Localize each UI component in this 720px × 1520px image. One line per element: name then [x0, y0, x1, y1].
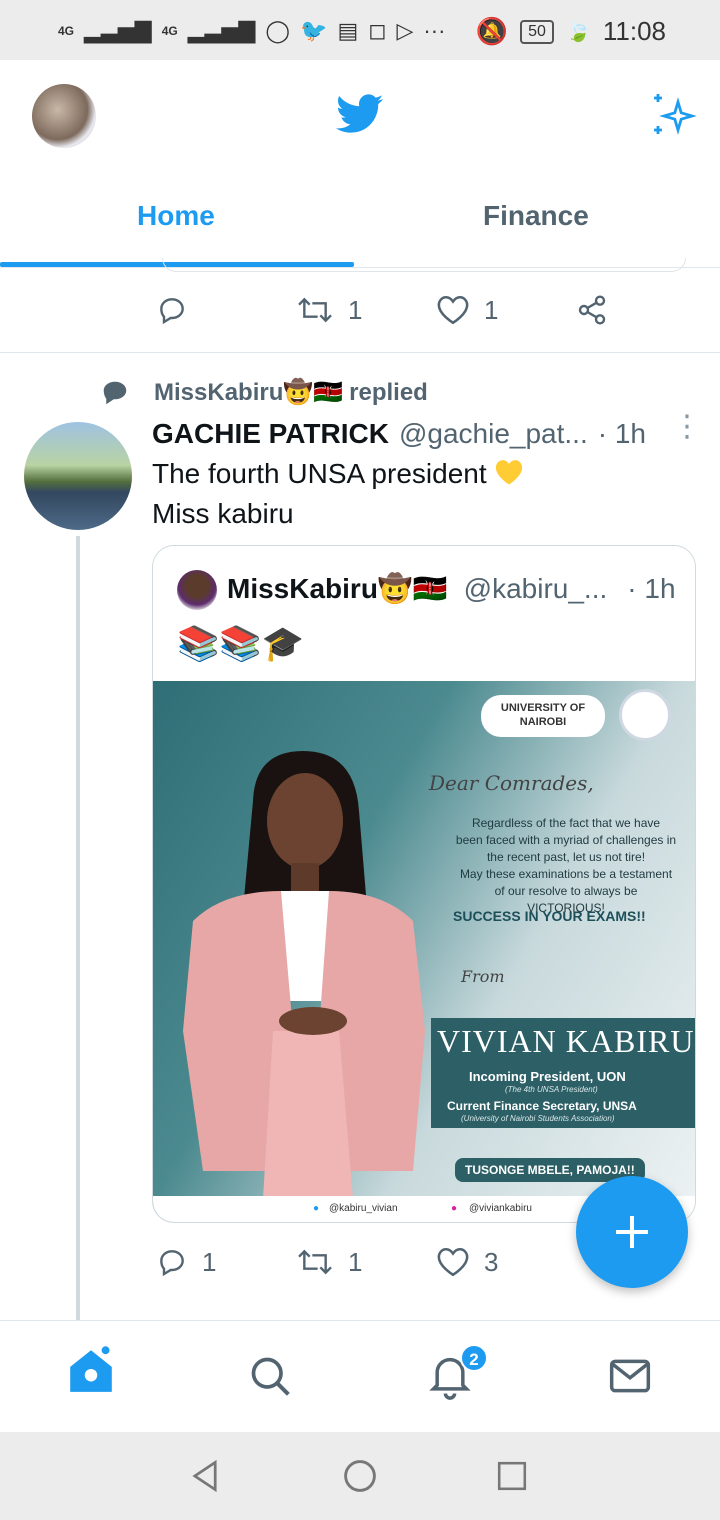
tweet-text-line-2: Miss kabiru — [152, 498, 294, 529]
yellow-heart-icon — [496, 460, 523, 485]
heart-icon — [437, 1247, 469, 1277]
quoted-author-avatar — [177, 570, 217, 610]
home-nav-icon[interactable] — [342, 1458, 378, 1494]
more-options-icon[interactable]: ⋮ — [672, 412, 702, 442]
reply-button[interactable] — [156, 294, 296, 326]
search-icon[interactable] — [248, 1354, 292, 1398]
status-right: 🔕 50 🍃 11:08 — [476, 16, 666, 47]
signal-icon: ▂▃▅▇ — [84, 18, 152, 43]
heart-icon — [437, 295, 469, 325]
previous-tweet-actions: 1 1 — [156, 294, 608, 326]
retweet-count: 1 — [348, 1246, 363, 1277]
recents-icon[interactable] — [496, 1460, 528, 1492]
signal-4g-label-2: 4G — [161, 24, 178, 38]
twitter-logo-icon[interactable] — [336, 94, 384, 136]
twitter-status-icon: 🐦 — [300, 18, 328, 43]
share-icon — [578, 295, 606, 325]
compose-tweet-button[interactable] — [576, 1176, 688, 1288]
poster-twitter-icon: ● — [313, 1203, 320, 1214]
poster-role-1: Incoming President, UON — [469, 1069, 626, 1084]
like-count: 1 — [484, 294, 499, 325]
unsa-logo — [619, 689, 671, 741]
poster-image[interactable]: UNIVERSITY OF NAIROBI Dear Comrades, Reg… — [153, 681, 695, 1222]
social-context-action: replied — [349, 378, 428, 406]
poster-greeting: Dear Comrades, — [429, 771, 594, 795]
reply-icon — [160, 298, 184, 325]
university-logo: UNIVERSITY OF NAIROBI — [481, 695, 605, 737]
quoted-tweet-text: 📚📚🎓 — [177, 625, 305, 663]
instagram-icon: ◻ — [368, 18, 387, 43]
status-bar: 4G ▂▃▅▇ 4G ▂▃▅▇ ◯ 🐦 ▤ ◻ ▷ ··· 🔕 50 🍃 11:… — [0, 0, 720, 60]
retweet-icon — [298, 297, 332, 323]
poster-twitter-handle: @kabiru_vivian — [329, 1203, 398, 1214]
poster-success-text: SUCCESS IN YOUR EXAMS!! — [453, 908, 646, 924]
quoted-tweet-time: · 1h — [627, 573, 676, 604]
leaf-icon: 🍃 — [565, 21, 591, 43]
play-icon: ▷ — [396, 18, 414, 43]
author-avatar[interactable] — [24, 422, 132, 530]
thread-line — [76, 536, 80, 1320]
reply-count: 1 — [202, 1246, 217, 1277]
quoted-tweet-card[interactable]: MissKabiru🤠🇰🇪 @kabiru_... · 1h 📚📚🎓 UNIVE… — [152, 545, 696, 1223]
back-icon[interactable] — [188, 1458, 222, 1494]
tweet-divider — [0, 352, 720, 353]
profile-avatar[interactable] — [32, 84, 96, 148]
tweet-text-line-1: The fourth UNSA president — [152, 454, 524, 494]
previous-quote-card-edge — [162, 258, 686, 272]
reply-bubble-icon — [103, 381, 127, 404]
poster-role-2-sub: (University of Nairobi Students Associat… — [461, 1114, 615, 1123]
poster-from: From — [461, 967, 505, 986]
author-handle[interactable]: @gachie_pat... — [399, 418, 588, 450]
quoted-author-handle: @kabiru_... — [463, 573, 608, 604]
top-bar — [0, 60, 720, 270]
signal-icon: ▂▃▅▇ — [187, 18, 256, 43]
notifications-badge: 2 — [460, 1344, 488, 1372]
tab-finance[interactable]: Finance — [483, 200, 589, 232]
poster-instagram-icon: ● — [451, 1203, 458, 1214]
like-button[interactable]: 1 — [436, 294, 576, 326]
status-left: 4G ▂▃▅▇ 4G ▂▃▅▇ ◯ 🐦 ▤ ◻ ▷ ··· — [58, 18, 445, 44]
like-count: 3 — [484, 1246, 499, 1277]
social-context-name: MissKabiru🤠🇰🇪 — [154, 379, 344, 406]
signal-4g-label-1: 4G — [58, 24, 75, 38]
poster-role-2: Current Finance Secretary, UNSA — [447, 1099, 637, 1113]
battery-indicator: 50 — [520, 19, 554, 44]
poster-role-1-sub: (The 4th UNSA President) — [505, 1085, 598, 1094]
mute-icon: 🔕 — [475, 16, 509, 46]
tab-home[interactable]: Home — [137, 200, 215, 232]
clock: 11:08 — [602, 16, 666, 46]
messages-icon[interactable] — [608, 1356, 652, 1396]
tweet-time[interactable]: · 1h — [598, 418, 646, 450]
tweet-actions: 1 1 3 — [156, 1246, 576, 1278]
retweet-icon — [298, 1249, 332, 1275]
share-button[interactable] — [576, 294, 608, 326]
tweet-header: GACHIE PATRICK @gachie_pat... · 1h — [152, 418, 646, 450]
reply-button[interactable]: 1 — [156, 1246, 296, 1278]
sparkle-icon[interactable] — [648, 92, 696, 140]
like-button[interactable]: 3 — [436, 1246, 576, 1278]
author-name[interactable]: GACHIE PATRICK — [152, 418, 389, 450]
quoted-author-name: MissKabiru🤠🇰🇪 — [227, 573, 448, 604]
message-icon: ▤ — [337, 18, 359, 43]
social-context[interactable]: MissKabiru🤠🇰🇪 replied — [100, 378, 428, 407]
retweet-button[interactable]: 1 — [296, 1246, 436, 1278]
poster-name: VIVIAN KABIRU — [437, 1023, 695, 1059]
reply-icon — [160, 1250, 184, 1277]
quoted-tweet-header: MissKabiru🤠🇰🇪 @kabiru_... · 1h — [227, 572, 676, 605]
plus-icon — [616, 1216, 648, 1248]
poster-instagram-handle: @viviankabiru — [469, 1203, 532, 1214]
poster-message: Regardless of the fact that we have been… — [455, 816, 677, 915]
home-icon[interactable] — [66, 1344, 116, 1396]
retweet-count: 1 — [348, 294, 363, 325]
more-icon: ··· — [423, 18, 446, 43]
retweet-button[interactable]: 1 — [296, 294, 436, 326]
woman-portrait-illustration — [183, 751, 425, 1199]
whatsapp-icon: ◯ — [265, 18, 291, 43]
